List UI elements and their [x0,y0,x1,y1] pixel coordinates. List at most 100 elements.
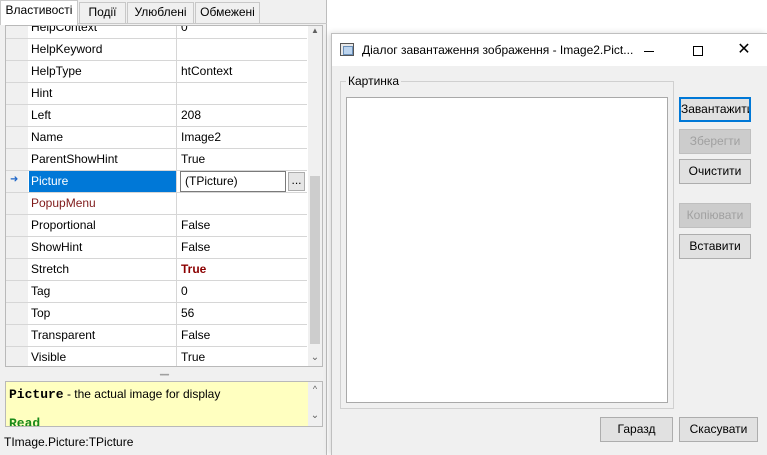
scrollbar-thumb[interactable] [310,176,320,344]
property-value[interactable]: htContext [178,61,307,82]
property-row-stretch[interactable]: Stretch True [6,259,307,281]
load-button[interactable]: Завантажити [679,97,751,122]
maximize-button[interactable] [675,34,721,66]
property-name: Left [29,105,177,126]
tab-favorites[interactable]: Улюблені [127,2,194,23]
scroll-down-icon[interactable]: ⌄ [309,410,321,421]
save-button[interactable]: Зберегти [679,129,751,154]
groupbox-label: Картинка [346,74,402,88]
hint-description: - the actual image for display [63,387,221,401]
minimize-icon [644,50,654,52]
ok-button[interactable]: Гаразд [600,417,673,442]
property-value[interactable]: True [178,149,307,170]
property-name: Picture [29,171,177,192]
maximize-icon [693,46,703,57]
scroll-down-icon[interactable]: ⌄ [310,352,320,364]
hint-text: Picture - the actual image for display [9,386,305,403]
property-value[interactable]: 208 [178,105,307,126]
hint-property-name: Picture [9,387,64,402]
row-gutter [6,303,28,324]
property-name: Hint [29,83,177,104]
property-name: Name [29,127,177,148]
hint-overflow-text: Read [9,416,41,427]
copy-button[interactable]: Копіювати [679,203,751,228]
property-value[interactable]: 0 [178,281,307,302]
dialog-titlebar[interactable]: Діалог завантаження зображення - Image2.… [332,34,767,66]
row-gutter [6,83,28,104]
property-row-parentshowhint[interactable]: ParentShowHint True [6,149,307,171]
tab-properties[interactable]: Властивості [0,0,78,25]
picture-value-editor[interactable]: (TPicture) [180,171,286,192]
property-name: PopupMenu [29,193,177,214]
property-value[interactable]: 0 [178,26,307,38]
row-gutter [6,61,28,82]
row-gutter [6,237,28,258]
row-gutter: ➜ [6,171,28,192]
picture-groupbox: Картинка [340,74,674,409]
property-value[interactable]: False [178,215,307,236]
picture-editor-dialog: Діалог завантаження зображення - Image2.… [331,33,767,455]
property-value[interactable] [178,39,307,60]
property-name: HelpType [29,61,177,82]
row-gutter [6,281,28,302]
property-row-helpkeyword[interactable]: HelpKeyword [6,39,307,61]
close-button[interactable]: ✕ [721,34,767,66]
property-value[interactable]: True [178,259,307,280]
row-gutter [6,325,28,346]
minimize-button[interactable] [626,34,672,66]
property-grid-scrollbar[interactable]: ▲ ⌄ [308,26,322,366]
scroll-up-icon[interactable]: ^ [309,384,321,394]
row-gutter [6,26,28,38]
picture-preview-area [346,97,668,403]
splitter-grip-icon[interactable]: •••••••• [150,373,178,379]
property-name: Stretch [29,259,177,280]
close-icon: ✕ [737,41,751,58]
property-row-popupmenu[interactable]: PopupMenu [6,193,307,215]
property-row-hint[interactable]: Hint [6,83,307,105]
property-value-cell: (TPicture) ... [178,171,307,192]
property-name: HelpKeyword [29,39,177,60]
object-inspector: Властивості Події Улюблені Обмежені Help… [0,0,327,455]
property-row-picture[interactable]: ➜ Picture (TPicture) ... [6,171,307,193]
property-name: Tag [29,281,177,302]
property-row-name[interactable]: Name Image2 [6,127,307,149]
property-value[interactable]: Image2 [178,127,307,148]
dialog-title: Діалог завантаження зображення - Image2.… [362,43,634,57]
status-bar: TImage.Picture:TPicture [4,435,134,449]
tab-restricted[interactable]: Обмежені [195,2,260,23]
property-value[interactable] [178,83,307,104]
ellipsis-button[interactable]: ... [288,172,305,191]
property-row-visible[interactable]: Visible True [6,347,307,366]
property-row-tag[interactable]: Tag 0 [6,281,307,303]
property-row-helpcontext[interactable]: HelpContext 0 [6,26,307,39]
cancel-button[interactable]: Скасувати [679,417,758,442]
current-row-arrow-icon: ➜ [10,174,19,185]
property-hint-panel: Picture - the actual image for display R… [5,381,323,427]
paste-button[interactable]: Вставити [679,234,751,259]
property-row-helptype[interactable]: HelpType htContext [6,61,307,83]
property-name: Visible [29,347,177,366]
property-name: HelpContext [29,26,177,38]
property-name: Top [29,303,177,324]
hint-scrollbar[interactable]: ^ ⌄ [308,382,322,426]
row-gutter [6,259,28,280]
property-name: ParentShowHint [29,149,177,170]
property-grid: HelpContext 0 HelpKeyword HelpType htCon… [5,25,323,367]
row-gutter [6,149,28,170]
property-row-left[interactable]: Left 208 [6,105,307,127]
property-value[interactable]: 56 [178,303,307,324]
property-value[interactable]: False [178,325,307,346]
scroll-up-icon[interactable]: ▲ [310,26,320,38]
clear-button[interactable]: Очистити [679,159,751,184]
property-name: Proportional [29,215,177,236]
property-row-showhint[interactable]: ShowHint False [6,237,307,259]
tab-events[interactable]: Події [79,2,126,23]
property-row-top[interactable]: Top 56 [6,303,307,325]
property-row-proportional[interactable]: Proportional False [6,215,307,237]
row-gutter [6,127,28,148]
property-row-transparent[interactable]: Transparent False [6,325,307,347]
property-name: ShowHint [29,237,177,258]
property-value[interactable]: False [178,237,307,258]
property-value[interactable] [178,193,307,214]
property-value[interactable]: True [178,347,307,366]
